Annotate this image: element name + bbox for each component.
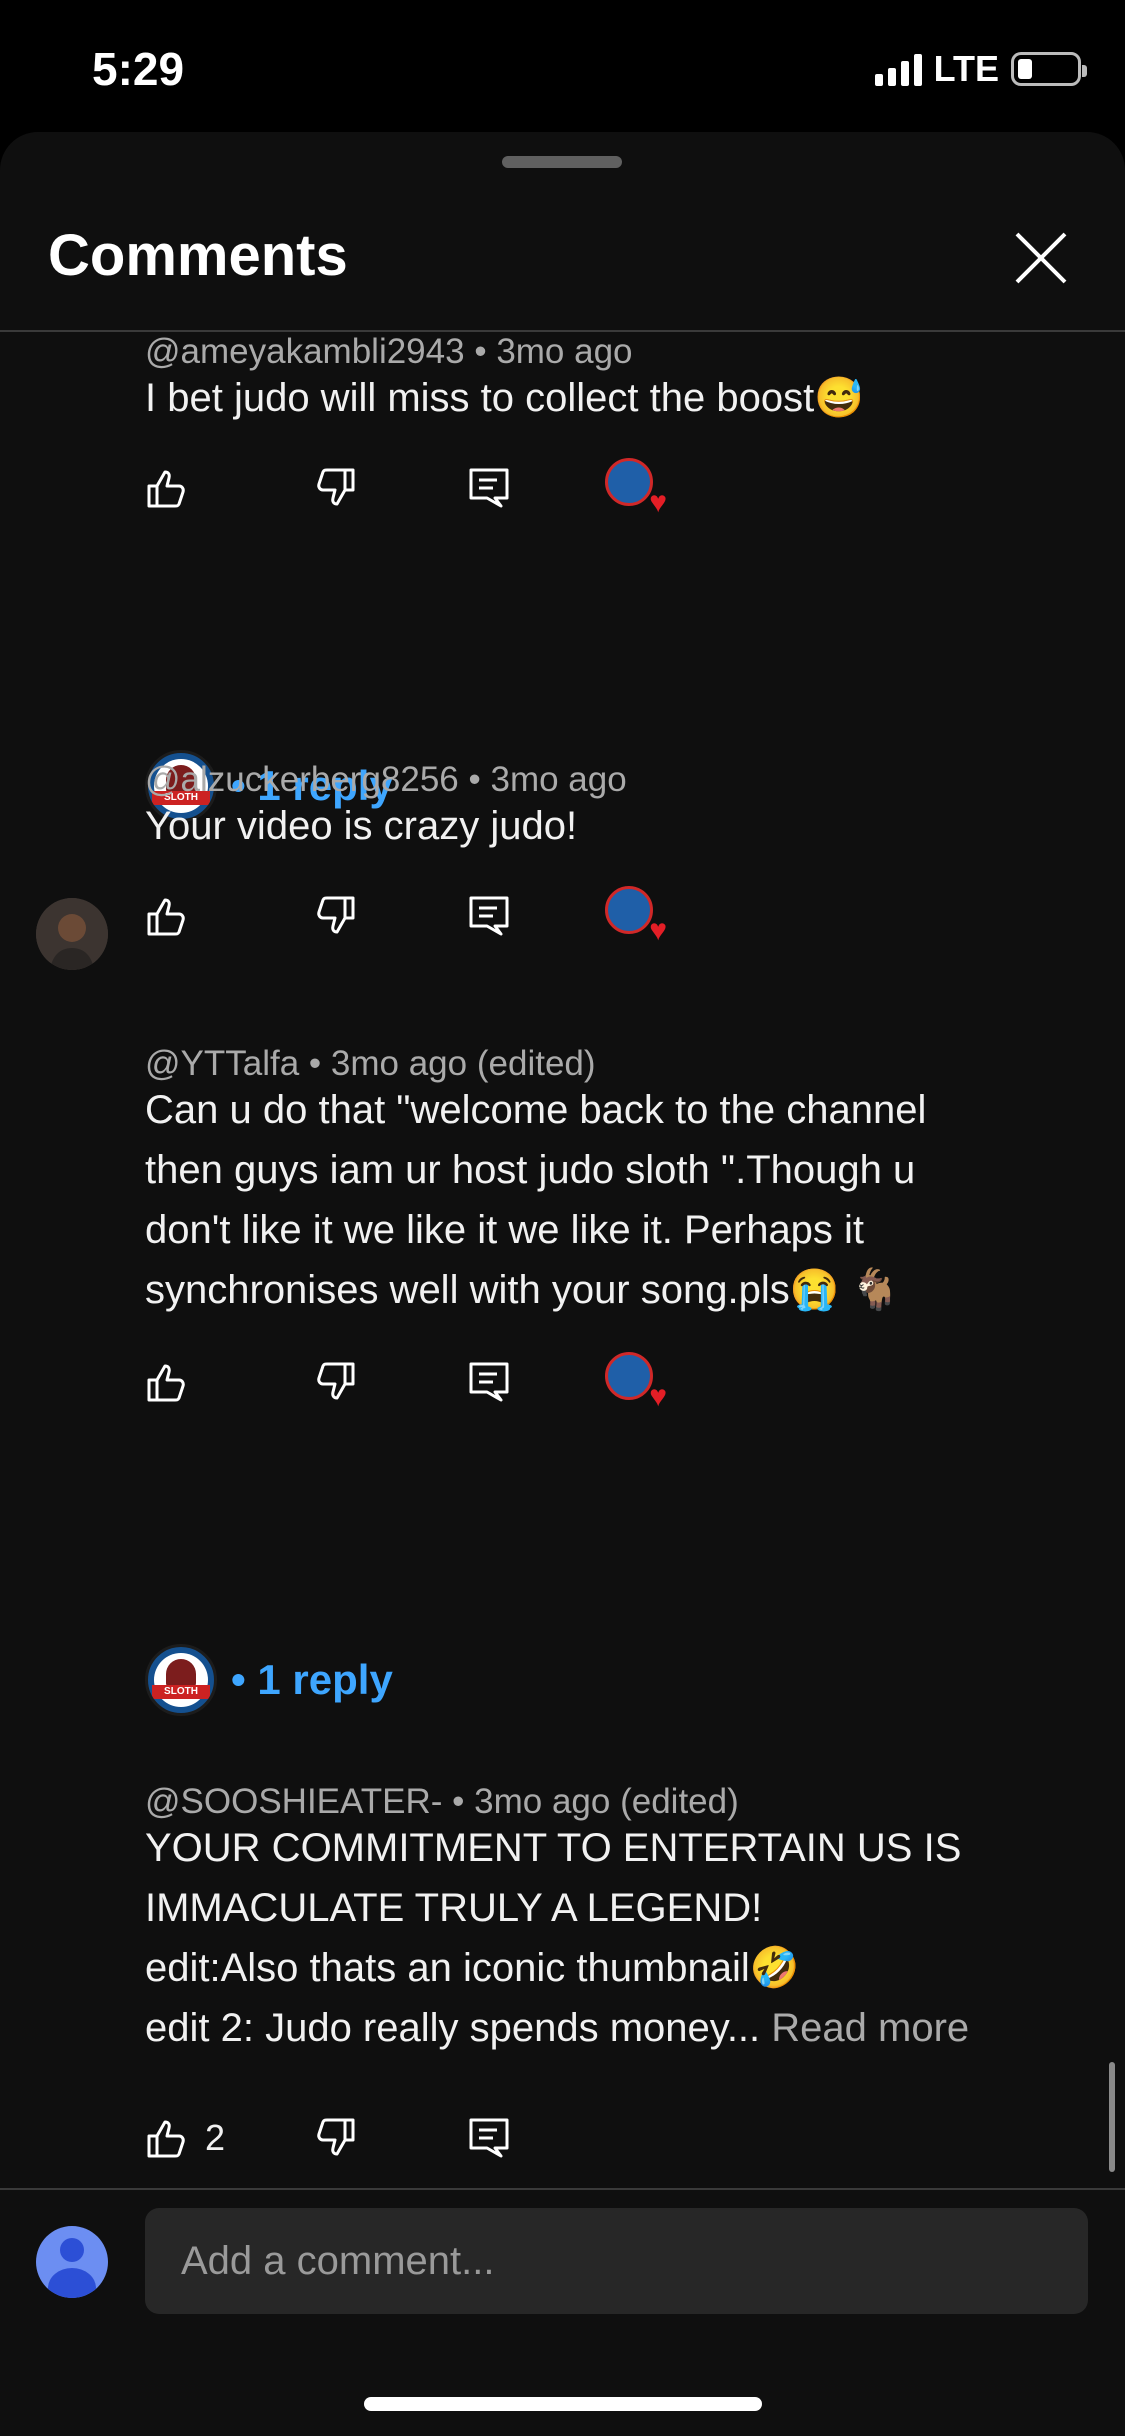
reply-count[interactable]: • 1 reply xyxy=(231,1656,393,1704)
reply-bullet: • xyxy=(231,1656,246,1703)
edited-label: (edited) xyxy=(476,1044,596,1083)
drag-handle[interactable] xyxy=(502,156,622,168)
reply-icon xyxy=(469,896,509,936)
view-replies-button[interactable]: SLOTH • 1 reply xyxy=(145,1644,393,1716)
comment-line: edit:Also thats an iconic thumbnail🤣 xyxy=(145,1946,800,1990)
heart-icon: ♥ xyxy=(649,1380,667,1413)
comment-line-last: edit 2: Judo really spends money... Read… xyxy=(145,1998,1045,2058)
dislike-button[interactable] xyxy=(313,458,357,518)
comment-line: synchronises well with your song.pls😭 🐐 xyxy=(145,1268,901,1312)
meta-separator: • xyxy=(468,760,491,799)
dislike-icon xyxy=(317,896,355,934)
comment-text: YOUR COMMITMENT TO ENTERTAIN US IS IMMAC… xyxy=(145,1818,1045,2058)
like-button[interactable] xyxy=(145,886,189,946)
reply-icon xyxy=(469,1362,509,1402)
comments-list[interactable]: @ameyakambli2943 • 3mo ago I bet judo wi… xyxy=(0,332,1125,2187)
comment-age: 3mo ago xyxy=(496,332,633,371)
dislike-button[interactable] xyxy=(313,886,357,946)
comment-line: Can u do that "welcome back to the chann… xyxy=(145,1088,927,1132)
dislike-button[interactable] xyxy=(313,1352,357,1412)
comment-author[interactable]: @ameyakambli2943 xyxy=(145,332,465,371)
heart-icon: ♥ xyxy=(649,486,667,519)
comment-input[interactable]: Add a comment... xyxy=(145,2208,1088,2314)
comment-line: edit 2: Judo really spends money... xyxy=(145,2006,761,2050)
creator-heart-badge: ♥ xyxy=(605,886,667,946)
channel-avatar: SLOTH xyxy=(145,1644,217,1716)
like-button[interactable] xyxy=(145,1352,189,1412)
comment-meta: @alzuckerberg8256 • 3mo ago xyxy=(145,760,627,800)
comment-actions: ♥ xyxy=(145,886,667,946)
comment-meta: @ameyakambli2943 • 3mo ago xyxy=(145,332,633,372)
meta-separator: • xyxy=(308,1044,331,1083)
read-more-link[interactable]: Read more xyxy=(771,2006,969,2050)
input-divider xyxy=(0,2188,1125,2190)
comment-actions: ♥ xyxy=(145,1352,667,1412)
avatar xyxy=(36,2226,108,2298)
reply-icon xyxy=(469,468,509,508)
home-indicator[interactable] xyxy=(364,2397,762,2411)
comment-line: then guys iam ur host judo sloth ".Thoug… xyxy=(145,1148,916,1192)
like-icon xyxy=(147,898,185,936)
comment-input-placeholder: Add a comment... xyxy=(181,2238,495,2283)
like-icon xyxy=(147,470,185,508)
comment-age: 3mo ago xyxy=(474,1782,611,1821)
reply-button[interactable] xyxy=(467,458,511,518)
comment-text: Can u do that "welcome back to the chann… xyxy=(145,1080,1045,1320)
comment-meta: @YTTalfa • 3mo ago (edited) xyxy=(145,1044,596,1084)
status-time: 5:29 xyxy=(92,43,185,95)
comment-line: YOUR COMMITMENT TO ENTERTAIN US IS xyxy=(145,1826,962,1870)
meta-separator: • xyxy=(474,332,497,371)
dislike-button[interactable] xyxy=(313,2108,357,2168)
comment-actions: 2 xyxy=(145,2108,665,2168)
battery-icon xyxy=(1011,52,1087,86)
comment-text: I bet judo will miss to collect the boos… xyxy=(145,376,865,420)
comment-meta: @SOOSHIEATER- • 3mo ago (edited) xyxy=(145,1782,739,1822)
like-count: 2 xyxy=(205,2117,226,2158)
reply-icon xyxy=(469,2118,509,2158)
reply-button[interactable] xyxy=(467,886,511,946)
user-avatar-image xyxy=(36,898,108,970)
close-button[interactable] xyxy=(1011,228,1071,288)
dislike-icon xyxy=(317,468,355,506)
creator-heart-badge: ♥ xyxy=(605,1352,667,1412)
comment-author[interactable]: @SOOSHIEATER- xyxy=(145,1782,442,1821)
comments-sheet: Comments @ameyakambli2943 • 3mo ago I be… xyxy=(0,132,1125,2436)
status-bar: 5:29 LTE xyxy=(0,0,1125,130)
comment-actions: ♥ xyxy=(145,458,667,518)
comment-author[interactable]: @alzuckerberg8256 xyxy=(145,760,459,799)
network-label: LTE xyxy=(933,48,999,89)
comment-line: don't like it we like it we like it. Per… xyxy=(145,1208,865,1252)
creator-heart-badge: ♥ xyxy=(605,458,667,518)
close-icon xyxy=(1015,232,1067,284)
meta-separator: • xyxy=(452,1782,475,1821)
edited-label: (edited) xyxy=(620,1782,739,1821)
page-title: Comments xyxy=(48,223,348,288)
dislike-icon xyxy=(317,2118,355,2156)
dislike-icon xyxy=(317,1362,355,1400)
like-button[interactable] xyxy=(145,458,189,518)
reply-count-label: 1 reply xyxy=(257,1656,393,1703)
comment-age: 3mo ago xyxy=(490,760,627,799)
comment-age: 3mo ago xyxy=(330,1044,468,1083)
like-button[interactable]: 2 xyxy=(145,2108,225,2168)
comment-text: Your video is crazy judo! xyxy=(145,804,578,848)
heart-icon: ♥ xyxy=(649,914,667,947)
comment-line: IMMACULATE TRULY A LEGEND! xyxy=(145,1886,763,1930)
like-icon xyxy=(147,1364,185,1402)
signal-icon xyxy=(874,52,922,86)
comment-author[interactable]: @YTTalfa xyxy=(145,1044,299,1083)
avatar[interactable] xyxy=(36,898,108,970)
reply-button[interactable] xyxy=(467,1352,511,1412)
like-icon xyxy=(147,2120,185,2158)
reply-button[interactable] xyxy=(467,2108,511,2168)
status-indicators: LTE xyxy=(874,48,1087,90)
scrollbar[interactable] xyxy=(1109,2062,1115,2172)
